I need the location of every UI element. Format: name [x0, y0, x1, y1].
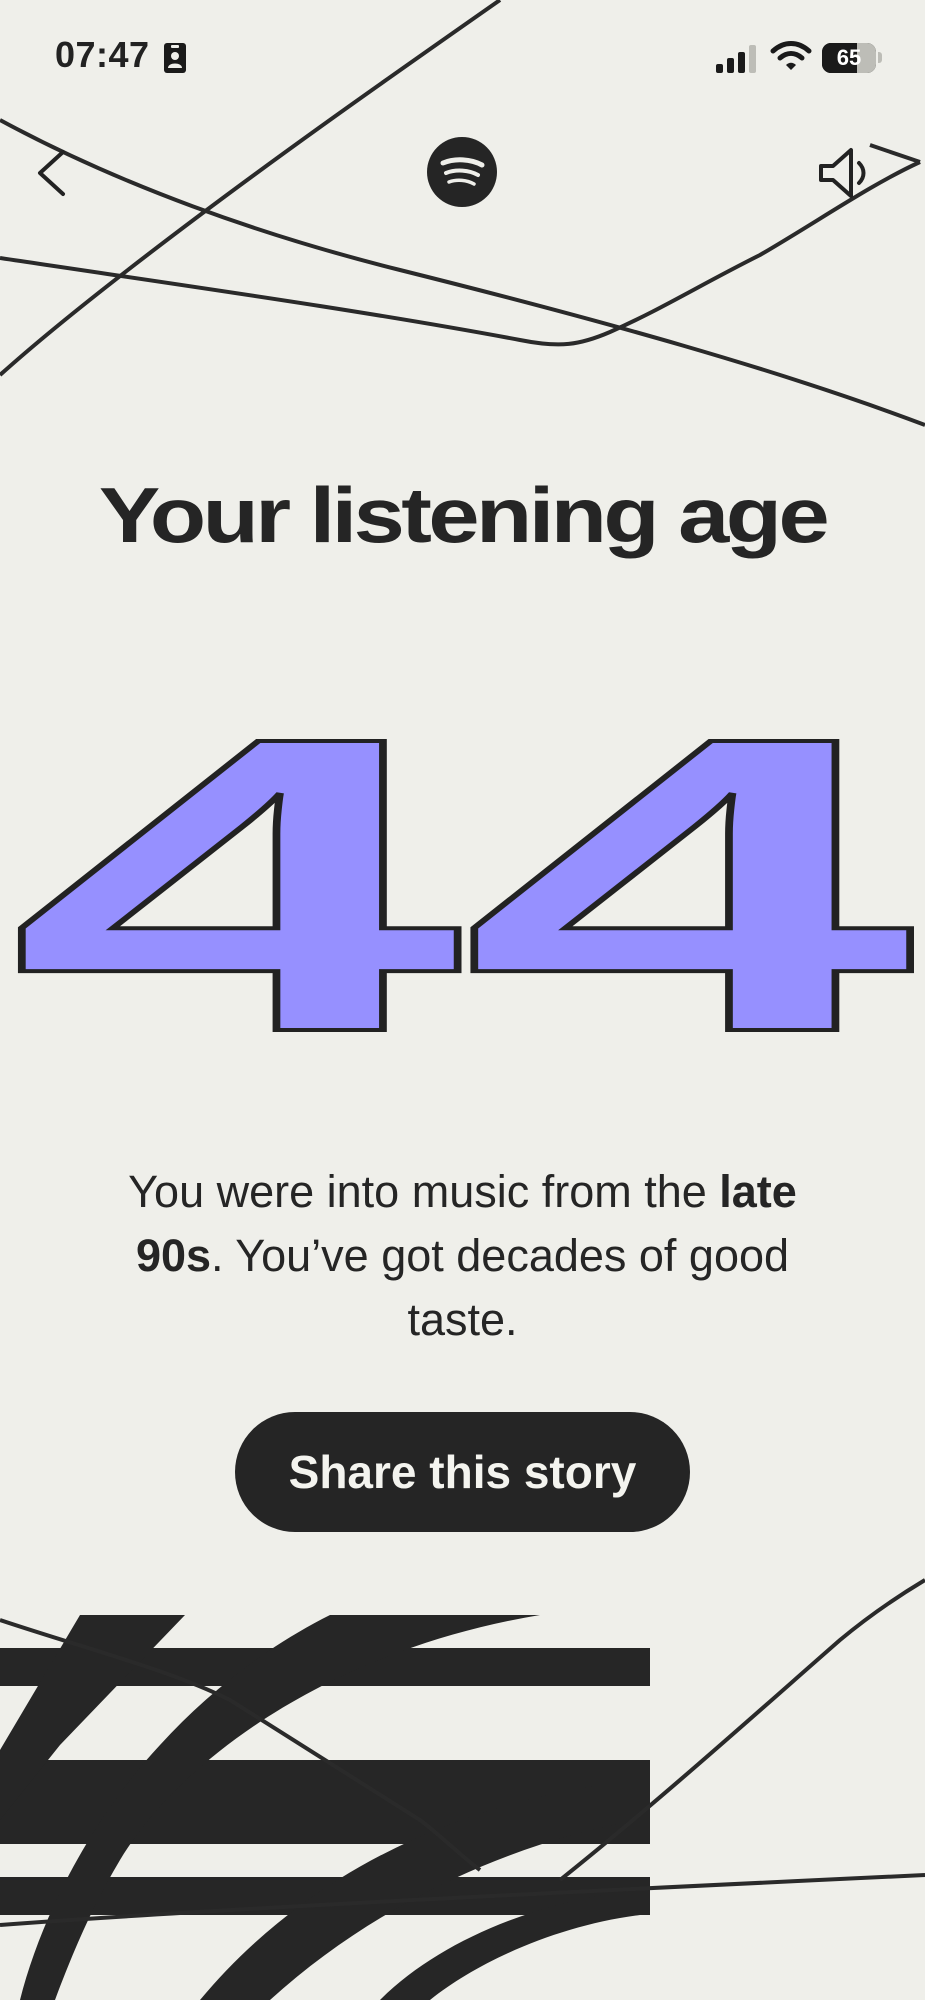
- deco-line: [558, 1578, 925, 1882]
- listening-age-number: 44: [8, 670, 922, 1040]
- id-badge-icon: [164, 43, 186, 73]
- battery-percent: 65: [836, 45, 862, 70]
- story-description: You were into music from the late 90s. Y…: [90, 1160, 835, 1352]
- status-bar: 07:47 65: [0, 0, 925, 120]
- spotify-logo-icon: [427, 137, 497, 207]
- story-title: Your listening age: [98, 471, 830, 559]
- status-time: 07:47: [55, 34, 150, 75]
- share-story-button[interactable]: Share this story: [235, 1412, 690, 1532]
- wifi-icon: [770, 41, 812, 70]
- age-digits: 44: [10, 670, 920, 1040]
- bottom-graphic: [0, 1615, 650, 2000]
- description-text-end: . You’ve got decades of good taste.: [211, 1230, 790, 1345]
- cellular-signal-icon: [716, 45, 756, 73]
- back-button[interactable]: [30, 140, 80, 205]
- battery-icon: 65: [822, 43, 876, 73]
- battery-tip: [878, 52, 882, 63]
- volume-button[interactable]: [815, 143, 880, 203]
- description-text: You were into music from the: [128, 1166, 720, 1217]
- chevron-left-icon: [38, 150, 65, 196]
- speaker-icon: [819, 148, 866, 198]
